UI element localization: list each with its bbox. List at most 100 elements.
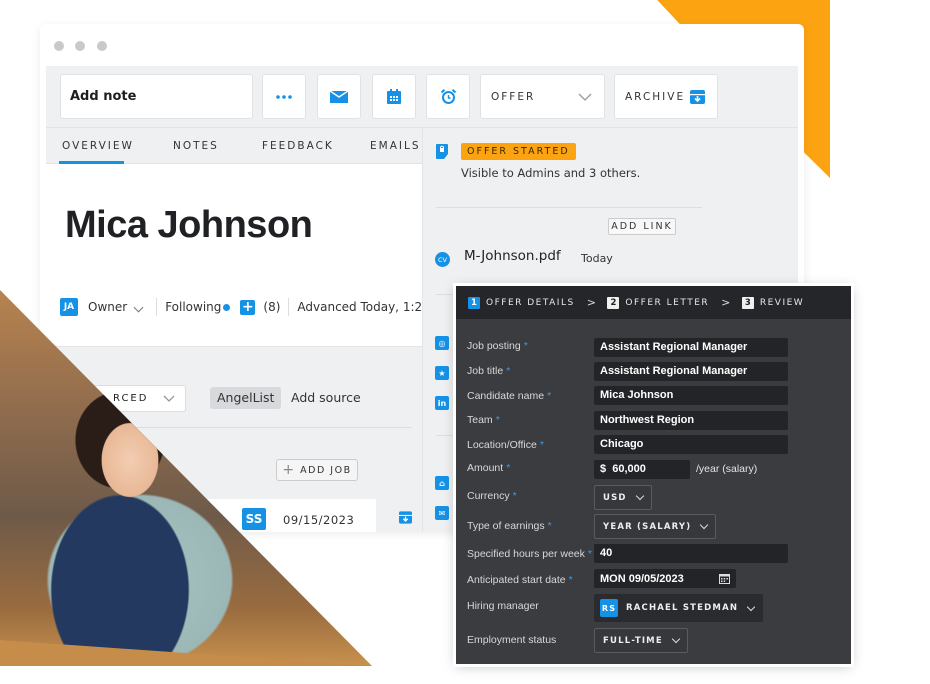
source-tag[interactable]: AngelList xyxy=(210,387,282,409)
step-2-number: 2 xyxy=(607,296,620,309)
job-date: 09/15/2023 xyxy=(283,513,355,527)
step-1-number: 1 xyxy=(468,296,480,309)
location-label: Location/Office * xyxy=(467,439,544,451)
calendar-icon[interactable] xyxy=(719,573,730,584)
add-job-label: ADD JOB xyxy=(300,464,352,476)
chevron-down-icon xyxy=(700,520,709,530)
team-label: Team * xyxy=(467,414,500,426)
candidate-name-field[interactable]: Mica Johnson xyxy=(594,386,788,405)
window-dot-minimize[interactable] xyxy=(75,41,85,51)
amount-suffix: /year (salary) xyxy=(696,463,758,475)
tab-emails[interactable]: EMAILS xyxy=(370,140,421,152)
earnings-type-select[interactable]: YEAR (SALARY) xyxy=(594,514,717,539)
chevron-down-icon xyxy=(746,602,756,611)
earnings-type-label: Type of earnings * xyxy=(467,520,552,532)
offer-stepper: 1 OFFER DETAILS > 2 OFFER LETTER > 3 REV… xyxy=(456,286,851,319)
job-title-field[interactable]: Assistant Regional Manager xyxy=(594,362,788,381)
home-icon[interactable]: ⌂ xyxy=(435,476,449,490)
chevron-down-icon xyxy=(635,491,644,501)
offer-document-icon xyxy=(436,144,448,159)
candidate-name: Mica Johnson xyxy=(65,204,313,246)
window-titlebar xyxy=(40,24,804,66)
step-review[interactable]: REVIEW xyxy=(760,298,804,308)
followers-count: (8) xyxy=(263,300,281,314)
add-link-button[interactable]: ADD LINK xyxy=(608,218,676,235)
chevron-down-icon xyxy=(578,93,592,101)
dribbble-icon[interactable]: ◎ xyxy=(435,336,449,350)
chevron-down-icon xyxy=(133,302,144,313)
resume-file-link[interactable]: M-Johnson.pdf xyxy=(464,248,561,264)
amount-label: Amount * xyxy=(467,462,511,474)
chevron-down-icon xyxy=(163,395,175,402)
divider xyxy=(156,298,158,316)
start-date-field[interactable]: MON 09/05/2023 xyxy=(594,569,736,588)
employment-status-select[interactable]: FULL-TIME xyxy=(594,628,688,653)
employment-status-value: FULL-TIME xyxy=(603,635,663,646)
add-job-button[interactable]: + ADD JOB xyxy=(276,459,358,481)
hiring-manager-select[interactable]: RS RACHAEL STEDMAN xyxy=(594,594,764,622)
stage-select-value: OFFER xyxy=(491,90,536,103)
hours-field[interactable]: 40 xyxy=(594,544,788,563)
archive-icon xyxy=(690,89,705,104)
hiring-manager-avatar: RS xyxy=(600,599,618,617)
job-posting-field[interactable]: Assistant Regional Manager xyxy=(594,338,788,357)
cv-icon: CV xyxy=(435,252,450,267)
linkedin-icon[interactable]: in xyxy=(435,396,449,410)
alarm-icon xyxy=(440,89,456,104)
email-button[interactable] xyxy=(317,74,361,119)
tab-notes[interactable]: NOTES xyxy=(173,140,219,152)
toolbar: Add note OFFER ARCHIVE xyxy=(46,66,798,128)
following-toggle[interactable]: Following xyxy=(165,300,221,314)
team-field[interactable]: Northwest Region xyxy=(594,411,788,430)
location-field[interactable]: Chicago xyxy=(594,435,788,454)
job-title-label: Job title * xyxy=(467,365,511,377)
origin-select-value: RCED xyxy=(113,393,149,404)
step-offer-letter[interactable]: OFFER LETTER xyxy=(625,298,709,308)
window-dot-close[interactable] xyxy=(54,41,64,51)
visibility-text: Visible to Admins and 3 others. xyxy=(461,166,641,180)
step-offer-details[interactable]: OFFER DETAILS xyxy=(486,298,575,308)
chevron-right-icon: > xyxy=(721,296,732,309)
hiring-manager-value: RACHAEL STEDMAN xyxy=(626,603,739,613)
currency-value: USD xyxy=(603,492,627,503)
mail-icon[interactable]: ✉ xyxy=(435,506,449,520)
active-tab-indicator xyxy=(59,161,124,164)
resume-file-date: Today xyxy=(581,252,613,265)
tab-feedback[interactable]: FEEDBACK xyxy=(262,140,334,152)
amount-field[interactable]: $ 60,000 xyxy=(594,460,690,479)
archive-icon[interactable] xyxy=(399,511,412,524)
owner-avatar: JA xyxy=(60,298,78,316)
step-3-number: 3 xyxy=(741,296,754,309)
start-date-label: Anticipated start date * xyxy=(467,574,573,586)
schedule-button[interactable] xyxy=(372,74,416,119)
add-note-input[interactable]: Add note xyxy=(60,74,253,119)
owner-select[interactable]: Owner xyxy=(88,300,148,314)
star-icon[interactable]: ★ xyxy=(435,366,449,380)
offer-status-badge: OFFER STARTED xyxy=(461,143,576,160)
earnings-type-value: YEAR (SALARY) xyxy=(603,521,692,532)
offer-details-dialog: 1 OFFER DETAILS > 2 OFFER LETTER > 3 REV… xyxy=(456,286,851,664)
add-follower-button[interactable]: + xyxy=(240,299,256,315)
tab-bar: OVERVIEW NOTES FEEDBACK EMAILS xyxy=(46,128,422,164)
add-source-link[interactable]: Add source xyxy=(291,390,361,405)
archive-label: ARCHIVE xyxy=(625,90,686,103)
reminder-button[interactable] xyxy=(426,74,470,119)
hiring-manager-label: Hiring manager xyxy=(467,600,539,612)
currency-label: Currency * xyxy=(467,490,517,502)
calendar-icon xyxy=(387,89,401,104)
plus-icon: + xyxy=(282,462,295,478)
following-dot-icon xyxy=(223,303,231,311)
currency-select[interactable]: USD xyxy=(594,485,652,510)
window-dot-maximize[interactable] xyxy=(97,41,107,51)
archive-button[interactable]: ARCHIVE xyxy=(614,74,718,119)
more-button[interactable] xyxy=(262,74,306,119)
tab-overview[interactable]: OVERVIEW xyxy=(62,140,134,152)
job-posting-label: Job posting * xyxy=(467,340,528,352)
stage-select[interactable]: OFFER xyxy=(480,74,605,119)
chevron-down-icon xyxy=(671,634,681,644)
candidate-name-label: Candidate name * xyxy=(467,390,552,402)
job-avatar: SS xyxy=(242,508,266,530)
divider xyxy=(288,298,290,316)
divider xyxy=(436,207,702,208)
hours-label: Specified hours per week * xyxy=(467,548,592,560)
